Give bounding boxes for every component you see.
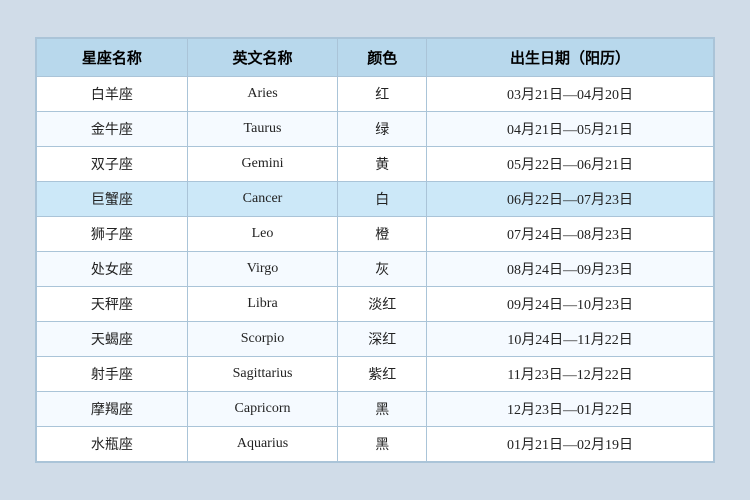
cell-7-2: 深红 <box>338 322 427 357</box>
zodiac-table-container: 星座名称 英文名称 颜色 出生日期（阳历） 白羊座Aries红03月21日—04… <box>35 37 715 463</box>
cell-1-0: 金牛座 <box>37 112 188 147</box>
cell-2-0: 双子座 <box>37 147 188 182</box>
cell-6-1: Libra <box>187 287 338 322</box>
cell-3-3: 06月22日—07月23日 <box>427 182 714 217</box>
cell-3-0: 巨蟹座 <box>37 182 188 217</box>
cell-2-3: 05月22日—06月21日 <box>427 147 714 182</box>
cell-2-1: Gemini <box>187 147 338 182</box>
cell-8-0: 射手座 <box>37 357 188 392</box>
table-row: 巨蟹座Cancer白06月22日—07月23日 <box>37 182 714 217</box>
table-row: 狮子座Leo橙07月24日—08月23日 <box>37 217 714 252</box>
header-color: 颜色 <box>338 39 427 77</box>
cell-7-0: 天蝎座 <box>37 322 188 357</box>
cell-10-1: Aquarius <box>187 427 338 462</box>
header-chinese-name: 星座名称 <box>37 39 188 77</box>
cell-8-2: 紫红 <box>338 357 427 392</box>
cell-7-3: 10月24日—11月22日 <box>427 322 714 357</box>
cell-0-0: 白羊座 <box>37 77 188 112</box>
cell-4-1: Leo <box>187 217 338 252</box>
table-row: 白羊座Aries红03月21日—04月20日 <box>37 77 714 112</box>
table-row: 处女座Virgo灰08月24日—09月23日 <box>37 252 714 287</box>
cell-10-0: 水瓶座 <box>37 427 188 462</box>
cell-2-2: 黄 <box>338 147 427 182</box>
cell-4-0: 狮子座 <box>37 217 188 252</box>
cell-8-3: 11月23日—12月22日 <box>427 357 714 392</box>
table-row: 摩羯座Capricorn黑12月23日—01月22日 <box>37 392 714 427</box>
table-row: 双子座Gemini黄05月22日—06月21日 <box>37 147 714 182</box>
cell-9-3: 12月23日—01月22日 <box>427 392 714 427</box>
cell-9-1: Capricorn <box>187 392 338 427</box>
cell-6-0: 天秤座 <box>37 287 188 322</box>
cell-8-1: Sagittarius <box>187 357 338 392</box>
cell-5-0: 处女座 <box>37 252 188 287</box>
cell-1-3: 04月21日—05月21日 <box>427 112 714 147</box>
cell-1-1: Taurus <box>187 112 338 147</box>
table-header-row: 星座名称 英文名称 颜色 出生日期（阳历） <box>37 39 714 77</box>
cell-5-2: 灰 <box>338 252 427 287</box>
cell-9-2: 黑 <box>338 392 427 427</box>
zodiac-table: 星座名称 英文名称 颜色 出生日期（阳历） 白羊座Aries红03月21日—04… <box>36 38 714 462</box>
cell-5-1: Virgo <box>187 252 338 287</box>
cell-10-3: 01月21日—02月19日 <box>427 427 714 462</box>
cell-6-2: 淡红 <box>338 287 427 322</box>
table-row: 金牛座Taurus绿04月21日—05月21日 <box>37 112 714 147</box>
header-english-name: 英文名称 <box>187 39 338 77</box>
table-row: 水瓶座Aquarius黑01月21日—02月19日 <box>37 427 714 462</box>
cell-9-0: 摩羯座 <box>37 392 188 427</box>
cell-1-2: 绿 <box>338 112 427 147</box>
cell-0-2: 红 <box>338 77 427 112</box>
cell-7-1: Scorpio <box>187 322 338 357</box>
table-row: 天秤座Libra淡红09月24日—10月23日 <box>37 287 714 322</box>
cell-0-1: Aries <box>187 77 338 112</box>
table-row: 天蝎座Scorpio深红10月24日—11月22日 <box>37 322 714 357</box>
cell-0-3: 03月21日—04月20日 <box>427 77 714 112</box>
cell-4-2: 橙 <box>338 217 427 252</box>
cell-4-3: 07月24日—08月23日 <box>427 217 714 252</box>
cell-5-3: 08月24日—09月23日 <box>427 252 714 287</box>
cell-10-2: 黑 <box>338 427 427 462</box>
table-body: 白羊座Aries红03月21日—04月20日金牛座Taurus绿04月21日—0… <box>37 77 714 462</box>
cell-3-2: 白 <box>338 182 427 217</box>
cell-3-1: Cancer <box>187 182 338 217</box>
table-row: 射手座Sagittarius紫红11月23日—12月22日 <box>37 357 714 392</box>
header-dates: 出生日期（阳历） <box>427 39 714 77</box>
cell-6-3: 09月24日—10月23日 <box>427 287 714 322</box>
